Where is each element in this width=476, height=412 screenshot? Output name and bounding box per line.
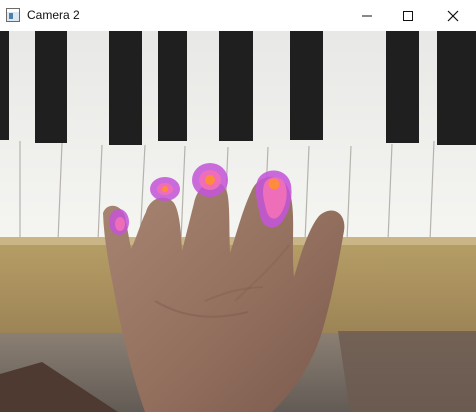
minimize-button[interactable]: [344, 0, 390, 31]
close-icon: [447, 10, 459, 21]
heatmap-blob-3: [192, 163, 228, 197]
heatmap-blob-2: [150, 177, 180, 201]
camera-app-icon: [6, 8, 20, 22]
app-window: Camera 2: [0, 0, 476, 412]
heatmap-blob-1: [109, 209, 129, 235]
window-title: Camera 2: [27, 8, 80, 22]
title-bar[interactable]: Camera 2: [0, 0, 476, 31]
camera-feed[interactable]: [0, 31, 476, 412]
close-button[interactable]: [430, 0, 476, 31]
camera-frame-image: [0, 31, 476, 412]
maximize-button[interactable]: [385, 0, 431, 31]
maximize-icon: [403, 10, 413, 21]
minimize-icon: [362, 15, 372, 16]
piano-keys: [0, 31, 476, 242]
